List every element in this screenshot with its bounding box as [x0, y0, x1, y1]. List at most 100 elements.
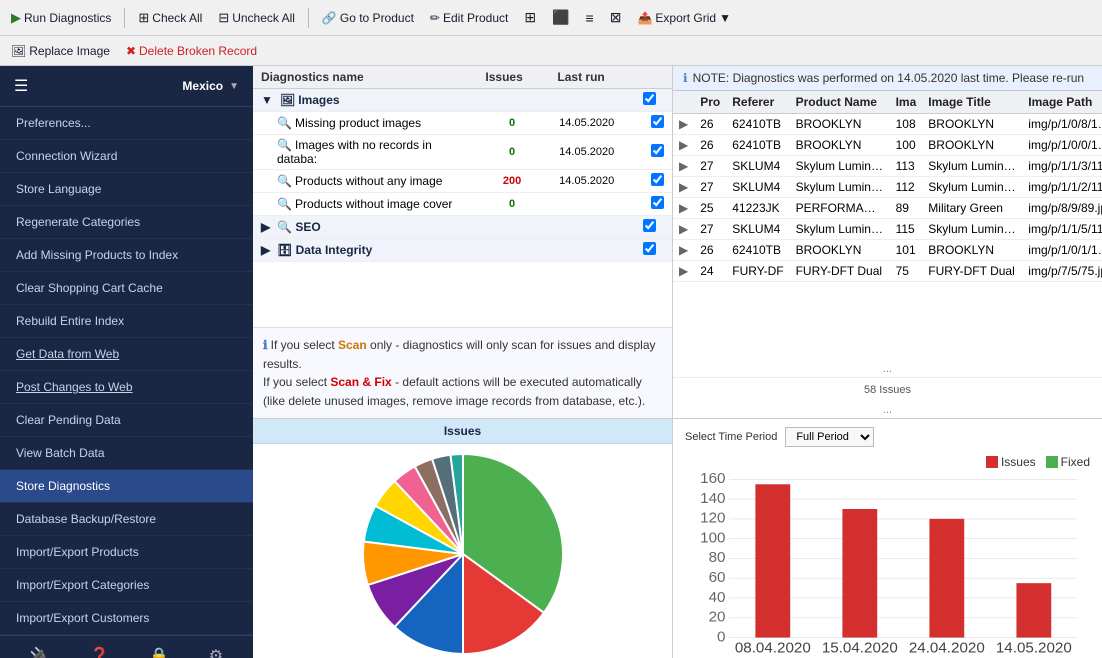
check-all-button[interactable]: ⊞ Check All [133, 8, 207, 28]
sidebar-item-import-categories[interactable]: Import/Export Categories [0, 569, 253, 602]
missing-images-icon: 🔍 [277, 116, 292, 130]
no-image-checkbox[interactable] [651, 173, 664, 186]
period-select[interactable]: Full Period Last Month Last Week [785, 427, 874, 447]
sidebar-item-post-changes[interactable]: Post Changes to Web [0, 371, 253, 404]
row-imagetitle: BROOKLYN [922, 114, 1022, 135]
integrity-group-checkbox[interactable] [643, 242, 656, 255]
sidebar-item-view-batch[interactable]: View Batch Data [0, 437, 253, 470]
sidebar-item-clear-cart[interactable]: Clear Shopping Cart Cache [0, 272, 253, 305]
sidebar-item-connection-wizard[interactable]: Connection Wizard [0, 140, 253, 173]
sidebar-label-preferences: Preferences... [16, 116, 91, 130]
replace-image-button[interactable]: 🖼 Replace Image [6, 42, 115, 60]
sidebar-item-add-missing[interactable]: Add Missing Products to Index [0, 239, 253, 272]
images-group-checkbox[interactable] [643, 92, 656, 105]
note-scanfix-text: If you select Scan & Fix - default actio… [263, 375, 645, 408]
row-productname: Skylum Luminar 4 [790, 177, 890, 198]
sidebar-item-store-language[interactable]: Store Language [0, 173, 253, 206]
legend-issues: Issues [986, 455, 1036, 469]
diagnostics-panel: Diagnostics name Issues Last run ▼ [253, 66, 673, 418]
more-dots-top: ... [673, 361, 1102, 377]
col-imagetitle-header: Image Title [922, 91, 1022, 114]
go-to-product-button[interactable]: 🔗 Go to Product [317, 9, 419, 27]
uncheck-all-icon: ⊟ [218, 10, 229, 26]
sidebar-item-clear-pending[interactable]: Clear Pending Data [0, 404, 253, 437]
missing-images-checkbox[interactable] [651, 115, 664, 128]
uncheck-all-button[interactable]: ⊟ Uncheck All [213, 8, 300, 28]
row-imagepath: img/p/1/0/0/100.j [1022, 135, 1102, 156]
sidebar-item-import-products[interactable]: Import/Export Products [0, 536, 253, 569]
bar-chart-area: 02040608010012014016008.04.202015.04.202… [685, 473, 1090, 658]
no-records-label: Images with no records in databa: [277, 138, 432, 166]
diag-group-seo[interactable]: ▶ 🔍 SEO [253, 216, 672, 239]
table-row: ▶ 26 62410TB BROOKLYN 108 BROOKLYN img/p… [673, 114, 1102, 135]
pie-container [353, 444, 573, 658]
no-cover-lastrun [535, 193, 627, 216]
row-referer: SKLUM4 [726, 219, 789, 240]
row-productname: BROOKLYN [790, 114, 890, 135]
pie-panel: Issues [253, 419, 673, 658]
no-cover-checkbox[interactable] [651, 196, 664, 209]
toolbar-icon3-button[interactable]: ≡ [581, 8, 599, 28]
seo-group-checkbox[interactable] [643, 219, 656, 232]
sidebar-item-preferences[interactable]: Preferences... [0, 107, 253, 140]
edit-icon: ✏ [430, 11, 440, 25]
row-ima: 89 [890, 198, 923, 219]
note-info-icon: ℹ [263, 338, 268, 352]
sidebar-item-import-customers[interactable]: Import/Export Customers [0, 602, 253, 635]
sidebar-item-get-data[interactable]: Get Data from Web [0, 338, 253, 371]
col-imagepath-header: Image Path [1022, 91, 1102, 114]
row-expand: ▶ [673, 177, 694, 198]
sidebar-plug-icon[interactable]: 🔌 [30, 646, 50, 658]
run-diagnostics-button[interactable]: ▶ Run Diagnostics [6, 8, 116, 28]
row-imagepath: img/p/1/1/2/112.j [1022, 177, 1102, 198]
row-imagetitle: BROOKLYN [922, 135, 1022, 156]
sidebar-chevron-icon: ▼ [229, 81, 239, 92]
hamburger-menu-button[interactable]: ☰ [14, 76, 28, 96]
row-imagetitle: FURY-DFT Dual [922, 261, 1022, 282]
sidebar-label-get-data: Get Data from Web [16, 347, 119, 361]
y-label: 20 [709, 609, 726, 626]
legend-issues-label: Issues [1001, 455, 1036, 469]
diag-row-no-records: 🔍 Images with no records in databa: 0 14… [253, 135, 672, 170]
sidebar-help-icon[interactable]: ❓ [90, 646, 110, 658]
table-row: ▶ 27 SKLUM4 Skylum Luminar 4 113 Skylum … [673, 156, 1102, 177]
row-imagetitle: Skylum Luminar 4 [922, 177, 1022, 198]
row-imagetitle: BROOKLYN [922, 240, 1022, 261]
row-productname: Skylum Luminar 4 [790, 156, 890, 177]
sidebar-label-view-batch: View Batch Data [16, 446, 105, 460]
diag-group-data-integrity[interactable]: ▶ 🗄 Data Integrity [253, 239, 672, 262]
no-cover-count: 0 [473, 193, 535, 216]
no-records-checkbox[interactable] [651, 144, 664, 157]
row-expand: ▶ [673, 240, 694, 261]
toolbar-icon4-button[interactable]: ⊠ [605, 7, 627, 28]
edit-product-button[interactable]: ✏ Edit Product [425, 9, 513, 27]
bar-panel: Select Time Period Full Period Last Mont… [673, 419, 1102, 658]
sidebar-item-rebuild-index[interactable]: Rebuild Entire Index [0, 305, 253, 338]
sidebar-lock-icon[interactable]: 🔒 [149, 646, 169, 658]
row-referer: 62410TB [726, 240, 789, 261]
sidebar-header[interactable]: ☰ Mexico ▼ [0, 66, 253, 107]
legend-fixed-label: Fixed [1061, 455, 1090, 469]
bar-legend: Issues Fixed [685, 455, 1090, 469]
row-productname: Skylum Luminar 4 [790, 219, 890, 240]
sidebar-settings-icon[interactable]: ⚙ [209, 646, 223, 658]
sidebar-item-regenerate-categories[interactable]: Regenerate Categories [0, 206, 253, 239]
export-chevron-icon: ▼ [719, 11, 731, 25]
toolbar-icon2-button[interactable]: ⬛ [547, 7, 574, 28]
col-name-header: Diagnostics name [253, 66, 473, 89]
divider2 [308, 8, 309, 28]
sidebar-item-db-backup[interactable]: Database Backup/Restore [0, 503, 253, 536]
row-referer: FURY-DF [726, 261, 789, 282]
sidebar-label-import-products: Import/Export Products [16, 545, 139, 559]
diag-group-images[interactable]: ▼ 🖼 Images [253, 89, 672, 112]
sidebar-item-store-diagnostics[interactable]: Store Diagnostics [0, 470, 253, 503]
delete-broken-record-button[interactable]: ✖ Delete Broken Record [121, 42, 262, 60]
row-imagepath: img/p/1/0/1/101.j [1022, 240, 1102, 261]
table-row: ▶ 26 62410TB BROOKLYN 101 BROOKLYN img/p… [673, 240, 1102, 261]
toolbar-icon1-button[interactable]: ⊞ [519, 7, 541, 28]
integrity-group-label: Data Integrity [296, 243, 373, 257]
col-productname-header: Product Name [790, 91, 890, 114]
no-image-label: Products without any image [295, 174, 442, 188]
row-imagetitle: Skylum Luminar 4 [922, 219, 1022, 240]
export-grid-button[interactable]: 📤 Export Grid ▼ [632, 9, 736, 27]
